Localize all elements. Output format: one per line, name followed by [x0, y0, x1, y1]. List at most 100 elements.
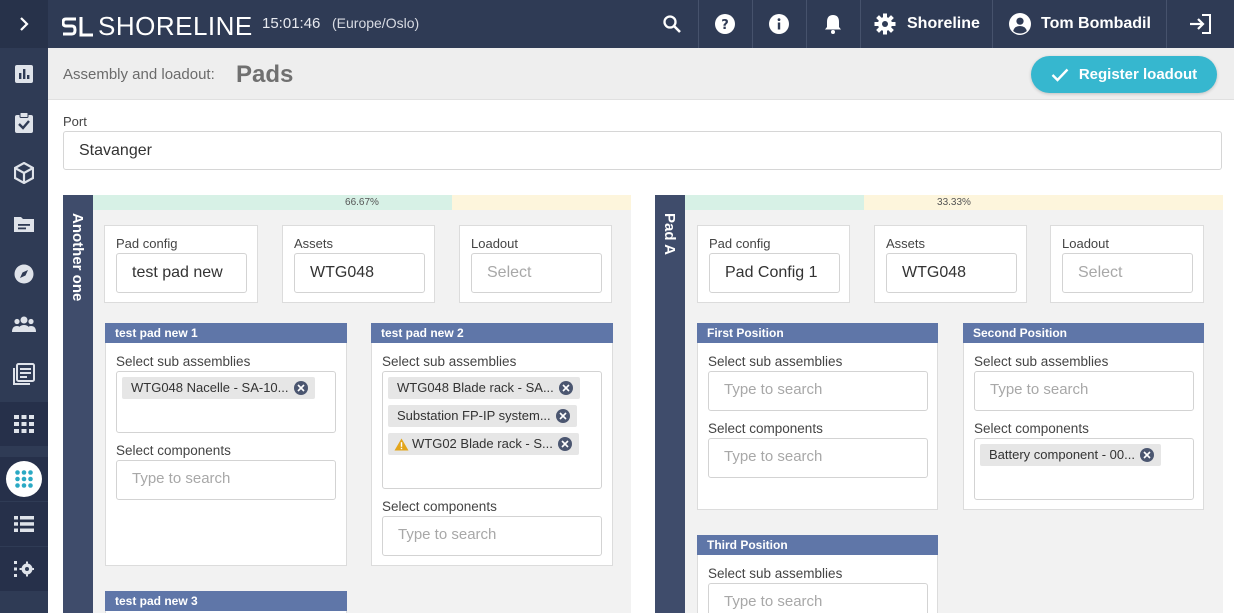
clock-timezone: (Europe/Oslo) [332, 15, 420, 31]
notifications-button[interactable] [812, 0, 854, 48]
top-bar: SHORELINE 15:01:46 (Europe/Oslo) ? Shore… [48, 0, 1234, 48]
pad-progress-label: 66.67% [345, 197, 379, 208]
clipboard-check-icon [15, 112, 33, 133]
pad-config-select[interactable]: Pad Config 1 [709, 253, 840, 293]
remove-chip-button[interactable] [555, 409, 570, 423]
remove-chip-button[interactable] [293, 381, 308, 395]
loadout-select[interactable]: Select [471, 253, 602, 293]
sub-assemblies-search-input[interactable]: Type to search [974, 371, 1194, 411]
nav-item-inventory[interactable] [0, 151, 48, 195]
chart-icon [15, 65, 33, 83]
sub-assemblies-label: Select sub assemblies [382, 354, 517, 369]
sub-assemblies-search-input[interactable]: Type to search [708, 583, 928, 613]
nav-item-modules[interactable] [0, 402, 48, 446]
org-menu[interactable]: Shoreline [874, 0, 984, 48]
pad-side-bar: Pad A [655, 195, 685, 613]
pad-config-label: Pad config [709, 236, 771, 251]
nav-item-schedule[interactable] [0, 352, 48, 396]
user-name: Tom Bombadil [1041, 15, 1151, 32]
components-select[interactable]: Battery component - 00... [974, 438, 1194, 500]
sub-assemblies-select[interactable]: WTG048 Nacelle - SA-10... [116, 371, 336, 433]
info-icon [769, 14, 789, 34]
port-select[interactable]: Stavanger [63, 131, 1222, 170]
position-title: First Position [697, 323, 938, 343]
pad-config-card: Pad config test pad new [104, 225, 258, 303]
breadcrumb: Assembly and loadout: [63, 66, 215, 83]
page-header: Assembly and loadout: Pads Register load… [48, 48, 1234, 100]
nav-item-admin[interactable] [0, 547, 48, 591]
pad-name: Another one [69, 213, 86, 302]
list-icon [14, 516, 34, 532]
expand-nav-button[interactable] [0, 0, 48, 48]
components-label: Select components [708, 421, 823, 436]
users-icon [12, 316, 36, 332]
sub-assemblies-select[interactable]: WTG048 Blade rack - SA... Substation FP-… [382, 371, 602, 489]
remove-chip-button[interactable] [558, 381, 573, 395]
sub-assemblies-label: Select sub assemblies [708, 566, 843, 581]
bell-icon [825, 15, 841, 34]
close-icon [562, 384, 570, 392]
position-card: Third Position Select sub assemblies Typ… [697, 535, 938, 613]
warning-icon [394, 438, 409, 451]
pad-progress-label: 33.33% [937, 197, 971, 208]
loadout-card: Loadout Select [459, 225, 612, 303]
close-icon [561, 440, 569, 448]
settings-list-icon [14, 561, 34, 577]
position-title: test pad new 2 [371, 323, 613, 343]
position-card: test pad new 2 Select sub assemblies WTG… [371, 323, 613, 566]
info-button[interactable] [758, 0, 800, 48]
port-label: Port [63, 114, 87, 129]
pad-column-pad-a: Pad A 33.33% Pad config Pad Config 1 Ass… [655, 195, 1223, 613]
calendar-list-icon [13, 363, 35, 385]
assets-select[interactable]: WTG048 [886, 253, 1017, 293]
position-title: Third Position [697, 535, 938, 555]
register-loadout-button[interactable]: Register loadout [1031, 56, 1217, 93]
help-icon: ? [715, 14, 735, 34]
loadout-select[interactable]: Select [1062, 253, 1193, 293]
nav-item-documents[interactable] [0, 202, 48, 246]
nav-item-explore[interactable] [0, 252, 48, 296]
remove-chip-button[interactable] [557, 437, 572, 451]
sub-assemblies-search-input[interactable]: Type to search [708, 371, 928, 411]
left-nav-rail [0, 0, 48, 613]
pad-name: Pad A [661, 213, 678, 255]
components-label: Select components [382, 499, 497, 514]
pad-config-card: Pad config Pad Config 1 [697, 225, 850, 303]
position-title: Second Position [963, 323, 1204, 343]
user-menu[interactable]: Tom Bombadil [1009, 0, 1159, 48]
logout-button[interactable] [1178, 0, 1222, 48]
close-icon [1143, 451, 1151, 459]
sub-assembly-chip: WTG02 Blade rack - S... [388, 433, 579, 455]
components-search-input[interactable]: Type to search [382, 516, 602, 556]
pad-config-label: Pad config [116, 236, 178, 251]
help-button[interactable]: ? [704, 0, 746, 48]
pad-config-select[interactable]: test pad new [116, 253, 247, 293]
grid-icon [14, 415, 34, 433]
shoreline-logo[interactable]: SHORELINE [62, 11, 253, 42]
gear-icon [874, 13, 896, 35]
nav-item-assembly-active[interactable] [0, 457, 48, 501]
components-label: Select components [974, 421, 1089, 436]
nav-item-list[interactable] [0, 502, 48, 546]
nav-item-tasks[interactable] [0, 101, 48, 145]
pad-progress-bar: 33.33% [685, 195, 1223, 210]
pad-progress-bar: 66.67% [93, 195, 631, 210]
assets-select[interactable]: WTG048 [294, 253, 425, 293]
loadout-label: Loadout [471, 236, 518, 251]
sub-assemblies-label: Select sub assemblies [974, 354, 1109, 369]
sub-assemblies-label: Select sub assemblies [708, 354, 843, 369]
check-icon [1051, 68, 1069, 82]
components-label: Select components [116, 443, 231, 458]
nav-item-reports[interactable] [0, 52, 48, 96]
position-card: First Position Select sub assemblies Typ… [697, 323, 938, 510]
pad-side-bar: Another one [63, 195, 93, 613]
search-button[interactable] [652, 0, 692, 48]
nav-item-people[interactable] [0, 302, 48, 346]
position-card: test pad new 1 Select sub assemblies WTG… [105, 323, 347, 566]
close-icon [296, 384, 305, 392]
close-icon [559, 412, 567, 420]
search-icon [663, 15, 681, 33]
components-search-input[interactable]: Type to search [116, 460, 336, 500]
remove-chip-button[interactable] [1139, 448, 1154, 462]
components-search-input[interactable]: Type to search [708, 438, 928, 478]
